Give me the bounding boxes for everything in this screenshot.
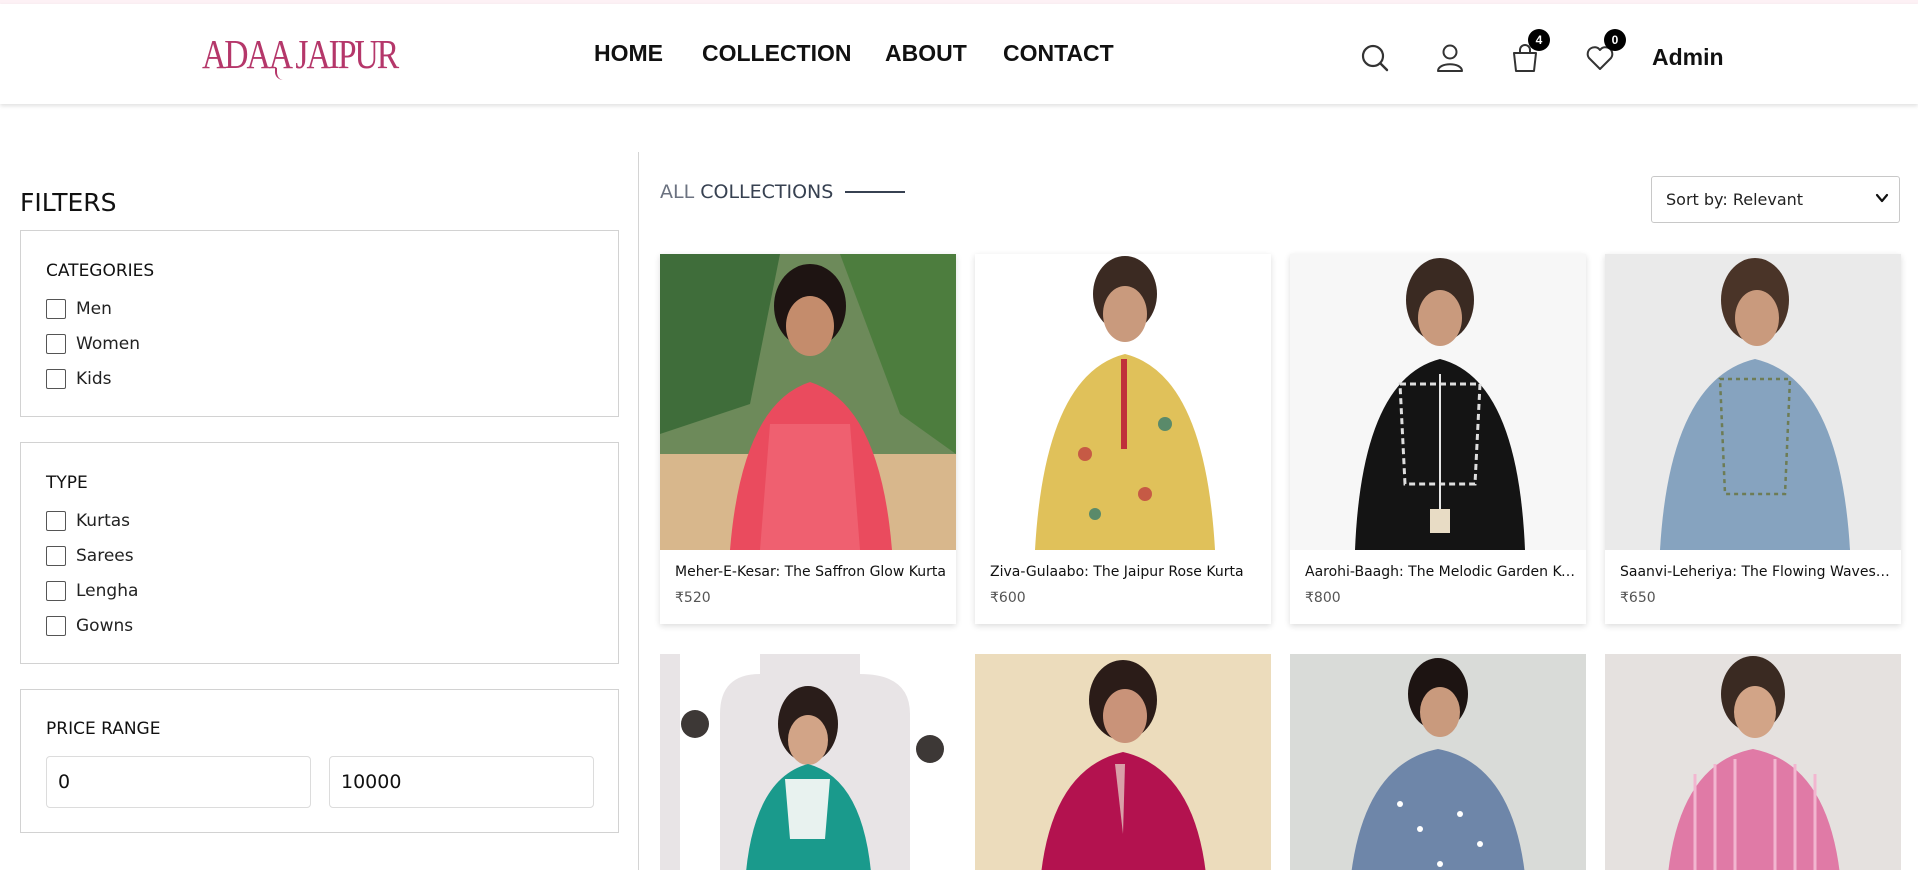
nav-collection[interactable]: COLLECTION [702, 40, 852, 67]
product-name[interactable]: Meher-E-Kesar: The Saffron Glow Kurta [675, 564, 947, 580]
option-label: Sarees [76, 546, 134, 566]
product-price: ₹520 [675, 590, 711, 606]
checkbox[interactable] [46, 369, 66, 389]
type-option-kurtas[interactable]: Kurtas [46, 510, 130, 532]
product-image[interactable] [1605, 654, 1901, 870]
checkbox[interactable] [46, 299, 66, 319]
product-image[interactable] [975, 254, 1271, 550]
site-header: ADAA JAIPUR HOME COLLECTION ABOUT CONTAC… [0, 4, 1918, 104]
category-option-women[interactable]: Women [46, 333, 140, 355]
type-option-sarees[interactable]: Sarees [46, 545, 134, 567]
price-min-input[interactable] [46, 756, 311, 808]
filters-title[interactable]: FILTERS [20, 188, 117, 217]
category-filter-heading: CATEGORIES [46, 261, 155, 281]
product-image[interactable] [1290, 654, 1586, 870]
sort-select[interactable]: Sort by: Relevant [1651, 176, 1900, 223]
product-image[interactable] [1290, 254, 1586, 550]
option-label: Men [76, 299, 112, 319]
product-name[interactable]: Ziva-Gulaabo: The Jaipur Rose Kurta [990, 564, 1262, 580]
option-label: Kids [76, 369, 112, 389]
search-icon[interactable] [1359, 42, 1391, 74]
price-range-filter-box: PRICE RANGE [20, 689, 619, 833]
collection-title-part1: ALL [660, 181, 695, 203]
logo-flourish [275, 68, 285, 80]
category-option-kids[interactable]: Kids [46, 368, 112, 390]
sidebar-divider [638, 152, 639, 870]
checkbox[interactable] [46, 581, 66, 601]
nav-home[interactable]: HOME [594, 40, 663, 67]
product-price: ₹600 [990, 590, 1026, 606]
collection-title-part2: COLLECTIONS [700, 181, 834, 203]
user-name-label[interactable]: Admin [1652, 44, 1724, 71]
price-range-heading: PRICE RANGE [46, 719, 161, 739]
user-icon[interactable] [1434, 42, 1466, 74]
nav-about[interactable]: ABOUT [885, 40, 967, 67]
cart-count-badge: 4 [1528, 29, 1550, 51]
checkbox[interactable] [46, 616, 66, 636]
option-label: Lengha [76, 581, 139, 601]
title-underline [845, 191, 905, 193]
option-label: Women [76, 334, 141, 354]
chevron-down-icon [1875, 193, 1889, 203]
sort-selected-value: Sort by: Relevant [1666, 190, 1804, 209]
product-price: ₹800 [1305, 590, 1341, 606]
product-card[interactable]: Ziva-Gulaabo: The Jaipur Rose Kurta ₹600 [975, 254, 1271, 624]
nav-contact[interactable]: CONTACT [1003, 40, 1114, 67]
type-option-gowns[interactable]: Gowns [46, 615, 133, 637]
product-card[interactable]: Meher-E-Kesar: The Saffron Glow Kurta ₹5… [660, 254, 956, 624]
checkbox[interactable] [46, 334, 66, 354]
brand-logo[interactable]: ADAA JAIPUR [202, 32, 399, 76]
category-filter-box: CATEGORIES Men Women Kids [20, 230, 619, 417]
product-image[interactable] [1605, 254, 1901, 550]
product-price: ₹650 [1620, 590, 1656, 606]
option-label: Kurtas [76, 511, 131, 531]
checkbox[interactable] [46, 511, 66, 531]
product-image[interactable] [660, 654, 956, 870]
product-image[interactable] [975, 654, 1271, 870]
product-card[interactable]: Aarohi-Baagh: The Melodic Garden Kurta ₹… [1290, 254, 1586, 624]
product-name[interactable]: Aarohi-Baagh: The Melodic Garden Kurta [1305, 564, 1577, 580]
checkbox[interactable] [46, 546, 66, 566]
product-card[interactable]: Saanvi-Leheriya: The Flowing Waves Kurta… [1605, 254, 1901, 624]
category-option-men[interactable]: Men [46, 298, 112, 320]
product-name[interactable]: Saanvi-Leheriya: The Flowing Waves Kurta [1620, 564, 1892, 580]
option-label: Gowns [76, 616, 134, 636]
product-image[interactable] [660, 254, 956, 550]
type-filter-heading: TYPE [46, 473, 88, 493]
price-max-input[interactable] [329, 756, 594, 808]
type-option-lengha[interactable]: Lengha [46, 580, 138, 602]
wishlist-count-badge: 0 [1604, 29, 1626, 51]
type-filter-box: TYPE Kurtas Sarees Lengha Gowns [20, 442, 619, 664]
collection-title: ALL COLLECTIONS [660, 181, 833, 203]
